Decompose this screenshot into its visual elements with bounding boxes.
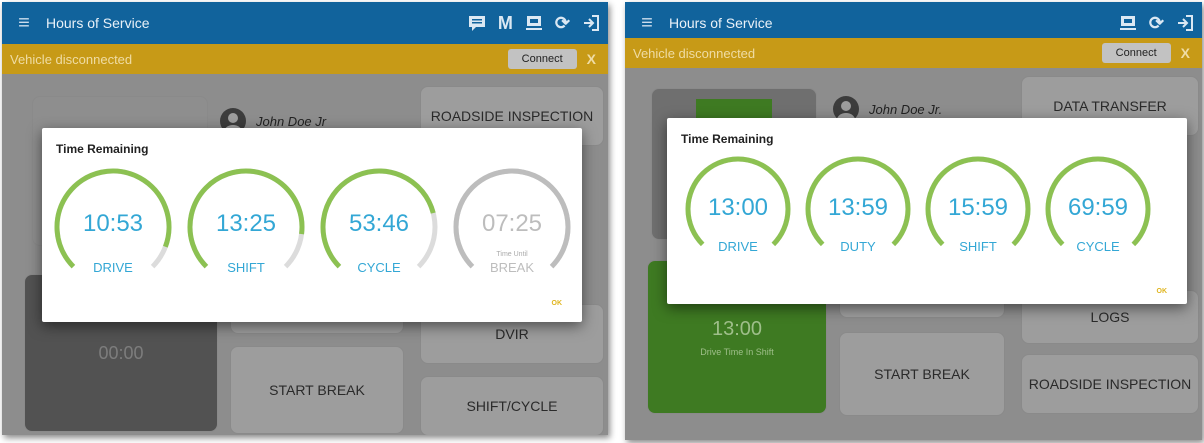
menu-icon[interactable]: ≡ <box>625 12 669 35</box>
drive-time-label: Drive Time In Shift <box>700 346 774 357</box>
gauge-value: 69:59 <box>1067 193 1129 221</box>
driver-name: John Doe Jr. <box>869 101 943 117</box>
menu-icon[interactable]: ≡ <box>2 12 46 35</box>
gauge-drive: 10:53 DRIVE <box>52 166 174 288</box>
gauge-label: CYCLE <box>1076 238 1120 254</box>
banner-close-button[interactable]: X <box>1181 45 1190 61</box>
start-break-button[interactable]: START BREAK <box>230 346 404 434</box>
gauge-label: DUTY <box>840 238 876 254</box>
banner-message: Vehicle disconnected <box>633 45 756 61</box>
right-screen: ≡ Hours of Service ⟳ Vehicle disconnecte… <box>625 2 1202 440</box>
gauge-label: SHIFT <box>227 259 265 275</box>
time-remaining-dialog: Time Remaining 13:00 DRIVE 13:59 DUTY 15:59 S… <box>667 118 1187 304</box>
gauge-cycle: 69:59 CYCLE <box>1043 154 1153 264</box>
gauge-label: DRIVE <box>718 238 758 254</box>
logout-icon[interactable] <box>1176 14 1194 32</box>
gauge-label: DRIVE <box>93 259 133 275</box>
time-remaining-dialog: Time Remaining 10:53 DRIVE 13:25 SHIFT 53:46… <box>42 128 582 322</box>
disconnected-banner: Vehicle disconnected Connect X <box>625 38 1202 68</box>
refresh-icon[interactable]: ⟳ <box>1149 13 1164 34</box>
gauge-value: 07:25 <box>481 209 543 237</box>
m-icon[interactable]: M <box>498 13 513 34</box>
dialog-title: Time Remaining <box>681 132 774 146</box>
driver-name: John Doe Jr <box>256 113 327 129</box>
gauge-value: 13:59 <box>827 193 889 221</box>
eld-icon[interactable] <box>525 14 543 32</box>
gauge-shift: 15:59 SHIFT <box>923 154 1033 264</box>
connect-button[interactable]: Connect <box>1101 43 1171 63</box>
gauge-duty: 13:59 DUTY <box>803 154 913 264</box>
logout-icon[interactable] <box>582 14 600 32</box>
gauge-value: 13:25 <box>215 209 277 237</box>
banner-message: Vehicle disconnected <box>10 51 133 67</box>
gauge-value: 53:46 <box>348 209 410 237</box>
connect-button[interactable]: Connect <box>507 49 577 69</box>
app-title: Hours of Service <box>46 15 150 31</box>
app-bar-actions: ⟳ <box>1119 13 1194 34</box>
refresh-icon[interactable]: ⟳ <box>555 13 570 34</box>
drive-time-value: 13:00 <box>711 317 763 340</box>
ok-button[interactable]: OK <box>552 300 563 307</box>
gauge-sublabel: Time Until <box>496 251 528 259</box>
start-break-button[interactable]: START BREAK <box>839 332 1005 416</box>
banner-close-button[interactable]: X <box>587 51 596 67</box>
disconnected-banner: Vehicle disconnected Connect X <box>2 44 608 74</box>
gauge-label: CYCLE <box>357 259 401 275</box>
gauge-value: 10:53 <box>82 209 144 237</box>
dialog-title: Time Remaining <box>56 142 149 156</box>
app-bar-actions: M ⟳ <box>468 13 600 34</box>
app-bar: ≡ Hours of Service M ⟳ <box>2 2 608 44</box>
ok-button[interactable]: OK <box>1157 288 1168 295</box>
shift-cycle-button[interactable]: SHIFT/CYCLE <box>420 376 604 435</box>
gauge-shift: 13:25 SHIFT <box>185 166 307 288</box>
message-icon[interactable] <box>468 15 486 31</box>
gauge-cycle: 53:46 CYCLE <box>318 166 440 288</box>
app-title: Hours of Service <box>669 15 773 31</box>
gauge-value: 15:59 <box>947 193 1009 221</box>
eld-icon[interactable] <box>1119 14 1137 32</box>
roadside-inspection-button[interactable]: ROADSIDE INSPECTION <box>1021 354 1199 414</box>
gauge-break: 07:25 Time Until BREAK <box>451 166 573 288</box>
gauge-drive: 13:00 DRIVE <box>683 154 793 264</box>
gauge-label: BREAK <box>489 259 535 275</box>
gauge-value: 13:00 <box>707 193 769 221</box>
left-screen: ≡ Hours of Service M ⟳ Vehicle disconnec… <box>2 2 608 435</box>
gauge-label: SHIFT <box>959 238 997 254</box>
